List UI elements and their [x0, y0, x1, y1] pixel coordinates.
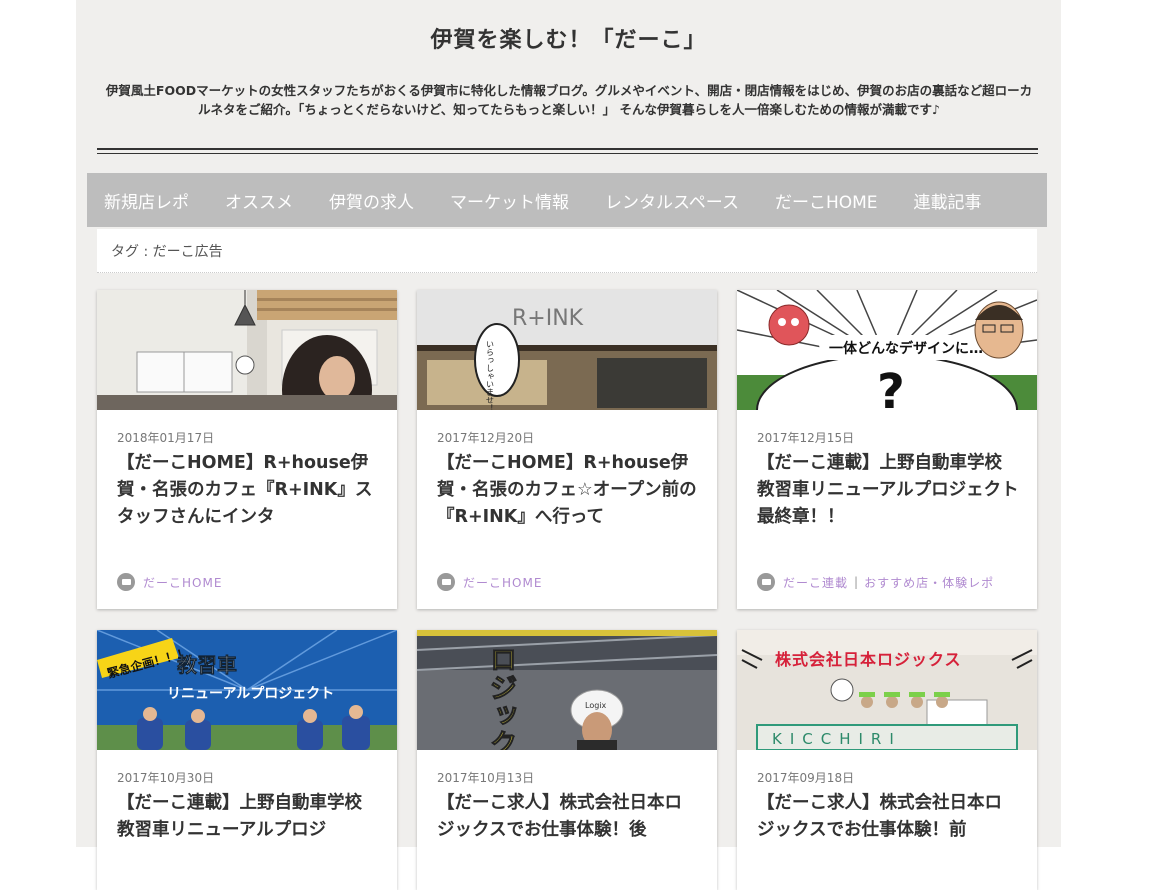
- post-date: 2017年10月30日: [117, 771, 215, 785]
- post-thumbnail[interactable]: 株式会社日本ロジックス KICCHIRI: [737, 630, 1037, 750]
- thumb-title-line2: リニューアルプロジェクト: [167, 686, 334, 702]
- post-date: 2017年12月15日: [757, 431, 855, 445]
- helmet-logo: Logix: [585, 701, 607, 710]
- post-thumbnail[interactable]: ? 一体どんなデザインに…: [737, 290, 1037, 410]
- nav-item-new-shop-report[interactable]: 新規店レポ: [104, 188, 189, 213]
- thumb-caption: 一体どんなデザインに…: [829, 340, 983, 357]
- post-title[interactable]: 【だーこ連載】上野自動車学校 教習車リニューアルプロジェクト最終章！！: [757, 450, 1019, 531]
- post-date: 2017年09月18日: [757, 771, 855, 785]
- post-categories: だーこHOME: [437, 573, 542, 591]
- category-link[interactable]: だーこHOME: [463, 574, 542, 591]
- post-title[interactable]: 【だーこ連載】上野自動車学校 教習車リニューアルプロジ: [117, 790, 379, 871]
- post-card[interactable]: 2018年01月17日 【だーこHOME】R+house伊賀・名張のカフェ『R+…: [97, 290, 397, 609]
- question-mark: ?: [877, 364, 905, 410]
- post-thumbnail[interactable]: [97, 290, 397, 410]
- post-card[interactable]: ロジックス Logix 2017年10月13日 【だーこ求人】株式会社日本ロジッ…: [417, 630, 717, 890]
- post-date: 2017年12月20日: [437, 431, 535, 445]
- tag-archive-header: タグ : だーこ広告: [97, 229, 1037, 273]
- post-categories: だーこHOME: [117, 573, 222, 591]
- post-card[interactable]: R+INK いらっしゃいませ！ 2017年12月20日 【だーこHOME】R+h…: [417, 290, 717, 609]
- site-description: 伊賀風土FOODマーケットの女性スタッフたちがおくる伊賀市に特化した情報ブログ。…: [105, 83, 1033, 117]
- post-title[interactable]: 【だーこHOME】R+house伊賀・名張のカフェ『R+INK』スタッフさんにイ…: [117, 450, 379, 531]
- category-separator: |: [854, 575, 859, 589]
- nav-item-rental-space[interactable]: レンタルスペース: [605, 188, 739, 213]
- post-thumbnail[interactable]: 緊急企画！！！ 教習車 リニューアルプロジェクト: [97, 630, 397, 750]
- post-date: 2017年10月13日: [437, 771, 535, 785]
- nav-item-series[interactable]: 連載記事: [914, 188, 982, 213]
- post-card[interactable]: 株式会社日本ロジックス KICCHIRI 2017年09月18日 【だーこ求人】…: [737, 630, 1037, 890]
- page-container: 伊賀を楽しむ！「だーこ」 伊賀風土FOODマーケットの女性スタッフたちがおくる伊…: [76, 0, 1061, 890]
- post-thumbnail[interactable]: ロジックス Logix: [417, 630, 717, 750]
- header-divider: [97, 148, 1038, 154]
- post-thumbnail[interactable]: R+INK いらっしゃいませ！: [417, 290, 717, 410]
- shop-sign: R+INK: [512, 306, 584, 331]
- post-title[interactable]: 【だーこ求人】株式会社日本ロジックスでお仕事体験！後: [437, 790, 699, 871]
- category-link[interactable]: だーこ連載: [783, 574, 848, 591]
- thumb-title-line1: 教習車: [177, 653, 237, 677]
- category-link[interactable]: だーこHOME: [143, 574, 222, 591]
- nav-item-recommend[interactable]: オススメ: [225, 188, 293, 213]
- post-title[interactable]: 【だーこ求人】株式会社日本ロジックスでお仕事体験！前: [757, 790, 1019, 871]
- nav-item-daako-home[interactable]: だーこHOME: [775, 188, 878, 213]
- folder-icon: [757, 573, 775, 591]
- site-title[interactable]: 伊賀を楽しむ！「だーこ」: [76, 22, 1061, 54]
- post-date: 2018年01月17日: [117, 431, 215, 445]
- folder-icon: [117, 573, 135, 591]
- category-link[interactable]: おすすめ店・体験レポ: [864, 574, 994, 591]
- thumb-vertical-text: ロジックス: [486, 645, 519, 750]
- tag-archive-label: タグ : だーこ広告: [111, 243, 223, 260]
- folder-icon: [437, 573, 455, 591]
- nav-item-jobs[interactable]: 伊賀の求人: [329, 188, 414, 213]
- post-title[interactable]: 【だーこHOME】R+house伊賀・名張のカフェ☆オープン前の『R+INK』へ…: [437, 450, 699, 531]
- nav-item-market-info[interactable]: マーケット情報: [450, 188, 569, 213]
- global-nav: 新規店レポ オススメ 伊賀の求人 マーケット情報 レンタルスペース だーこHOM…: [87, 173, 1047, 227]
- thumb-sign: KICCHIRI: [772, 730, 902, 748]
- post-card[interactable]: ? 一体どんなデザインに… 2017年12月15日 【だーこ連載】上野自動車学校…: [737, 290, 1037, 609]
- post-categories: だーこ連載 | おすすめ店・体験レポ: [757, 573, 994, 591]
- speech-bubble-text: いらっしゃいませ！: [486, 340, 495, 410]
- thumb-banner: 株式会社日本ロジックス: [775, 650, 962, 669]
- post-card[interactable]: 緊急企画！！！ 教習車 リニューアルプロジェクト 2017年10月30日 【だー…: [97, 630, 397, 890]
